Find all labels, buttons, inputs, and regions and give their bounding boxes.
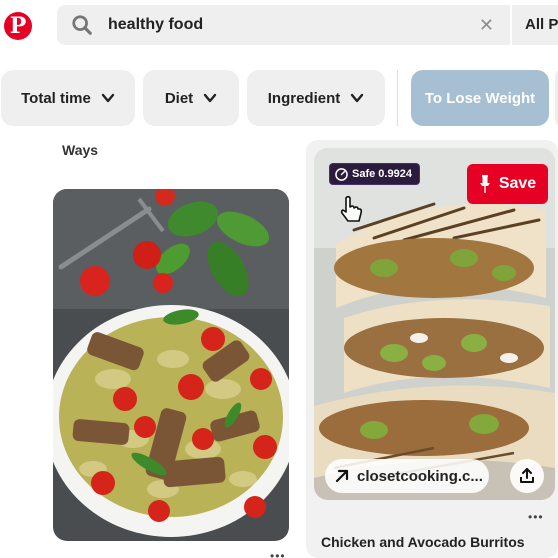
arrow-up-right-icon	[335, 469, 349, 483]
filter-label: Diet	[164, 89, 194, 107]
safe-score-badge: Safe 0.9924	[329, 163, 420, 185]
pin-image-pasta-salad[interactable]	[53, 189, 289, 541]
filter-bar: Total time Diet Ingredient To Lose Weigh…	[0, 70, 558, 126]
filter-label: To Lose Weight	[424, 89, 536, 107]
chevron-down-icon	[203, 93, 217, 103]
chevron-down-icon	[351, 93, 364, 103]
search-icon	[72, 15, 92, 35]
filter-to-lose-weight[interactable]: To Lose Weight	[411, 70, 549, 126]
pasta-salad-photo	[53, 189, 289, 541]
top-bar: P healthy food ✕ All Pi	[0, 0, 558, 52]
filter-ingredient[interactable]: Ingredient	[247, 70, 385, 126]
share-icon	[520, 468, 534, 483]
more-options-icon[interactable]: •••	[270, 549, 286, 558]
hand-cursor-icon	[340, 195, 363, 222]
search-bar[interactable]: healthy food ✕	[57, 5, 510, 45]
pinterest-logo[interactable]: P	[4, 12, 32, 40]
filter-total-time[interactable]: Total time	[1, 70, 135, 126]
search-input[interactable]: healthy food	[108, 16, 203, 34]
save-button-label: Save	[498, 175, 537, 192]
filter-divider	[397, 70, 398, 126]
pin-icon	[479, 175, 490, 193]
source-link-text: closetcooking.c...	[357, 467, 483, 485]
clear-search-icon[interactable]: ✕	[479, 15, 494, 36]
safe-score-text: Safe 0.9924	[352, 168, 412, 180]
chevron-down-icon	[101, 93, 115, 103]
pin-card-left: Ways •••	[40, 126, 292, 558]
pin-title-fragment: Ways	[62, 142, 99, 158]
gauge-icon	[335, 167, 348, 181]
more-options-icon[interactable]: •••	[528, 510, 544, 524]
source-link[interactable]: closetcooking.c...	[325, 459, 489, 493]
search-scope-dropdown[interactable]: All Pi	[512, 5, 558, 45]
share-button[interactable]	[510, 459, 544, 493]
filter-diet[interactable]: Diet	[143, 70, 239, 126]
save-button[interactable]: Save	[467, 164, 548, 204]
pin-title[interactable]: Chicken and Avocado Burritos	[321, 534, 525, 550]
filter-label: Total time	[21, 89, 91, 107]
pin-card-right: Safe 0.9924 Save closetcooking.c... ••• …	[306, 140, 558, 558]
pin-image-burritos[interactable]: Safe 0.9924 Save closetcooking.c...	[314, 148, 555, 500]
filter-label: Ingredient	[267, 89, 341, 107]
